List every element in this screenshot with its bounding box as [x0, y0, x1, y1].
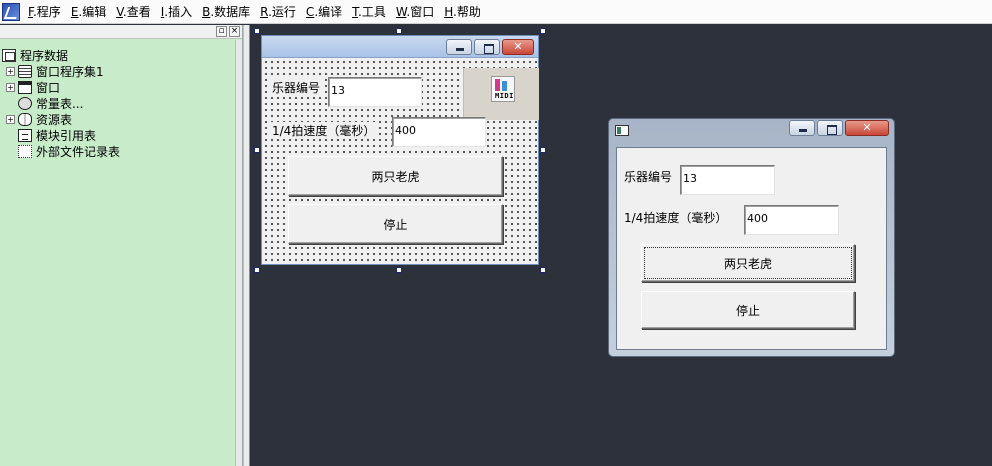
tree-item-root[interactable]: 程序数据	[2, 47, 120, 63]
resize-handle[interactable]	[254, 28, 260, 34]
menu-program[interactable]: F.程序	[23, 0, 66, 24]
menu-label: .编译	[314, 4, 343, 19]
design-form-titlebar[interactable]: ✕	[262, 36, 538, 58]
speed-label: 1/4拍速度（毫秒）	[623, 209, 729, 226]
panel-close-button[interactable]: ×	[229, 26, 240, 37]
expand-icon[interactable]: +	[6, 82, 15, 92]
menu-edit[interactable]: E.编辑	[66, 0, 111, 24]
menu-tools[interactable]: T.工具	[347, 0, 391, 24]
tree-label: 常量表...	[36, 96, 84, 111]
instrument-label: 乐器编号	[623, 168, 674, 185]
constant-icon	[18, 96, 32, 110]
menu-database[interactable]: B.数据库	[197, 0, 255, 24]
tree-item-constants[interactable]: 常量表...	[6, 95, 120, 111]
expand-icon[interactable]: +	[6, 114, 15, 124]
tree-item-window[interactable]: + 窗口	[6, 79, 120, 95]
tree-label: 窗口	[36, 80, 61, 95]
tree-label: 程序数据	[20, 48, 69, 63]
speed-input[interactable]: 400	[392, 117, 486, 147]
menu-label: .程序	[32, 4, 61, 19]
close-icon[interactable]: ✕	[845, 120, 889, 136]
resource-icon	[18, 112, 32, 126]
external-file-icon	[18, 144, 32, 158]
menu-run[interactable]: R.运行	[255, 0, 301, 24]
midi-icon: MIDI	[491, 76, 515, 102]
project-panel: ▫ × 程序数据 + 窗口程序集1 + 窗口 常量表... + 资源表 模块引用…	[0, 25, 243, 466]
tree-label: 模块引用表	[36, 128, 97, 143]
window-app-icon	[615, 125, 629, 136]
panel-header: ▫ ×	[0, 25, 242, 39]
menu-label: .编辑	[78, 4, 107, 19]
tree-item-resources[interactable]: + 资源表	[6, 111, 120, 127]
program-data-icon	[2, 48, 16, 62]
menu-label: .查看	[122, 4, 151, 19]
menu-bar: F.程序 E.编辑 V.查看 I.插入 B.数据库 R.运行 C.编译 T.工具…	[0, 0, 992, 24]
midi-component[interactable]: MIDI	[463, 68, 539, 120]
window-icon	[18, 80, 32, 94]
menu-label: .工具	[358, 4, 386, 19]
panel-scrollbar[interactable]	[235, 40, 242, 466]
menu-label: .插入	[164, 4, 193, 19]
stop-button[interactable]: 停止	[641, 291, 855, 329]
menu-insert[interactable]: I.插入	[156, 0, 197, 24]
minimize-icon[interactable]	[446, 39, 472, 55]
stop-button[interactable]: 停止	[288, 204, 503, 244]
menu-help[interactable]: H.帮助	[439, 0, 486, 24]
runtime-window[interactable]: ✕ 乐器编号 13 1/4拍速度（毫秒） 400 两只老虎 停止	[608, 118, 895, 357]
play-two-tigers-button[interactable]: 两只老虎	[641, 244, 855, 282]
instrument-label: 乐器编号	[271, 79, 322, 96]
expand-icon[interactable]: +	[6, 66, 15, 76]
menu-view[interactable]: V.查看	[111, 0, 156, 24]
design-window-buttons: ✕	[446, 39, 534, 55]
minimize-icon[interactable]	[789, 120, 815, 136]
design-canvas[interactable]: 乐器编号 13 MIDI 1/4拍速度（毫秒） 400 两只老虎 停止	[262, 58, 539, 264]
tree-label: 窗口程序集1	[36, 64, 104, 79]
menu-accelerator: V	[116, 4, 123, 19]
maximize-icon[interactable]	[817, 120, 843, 136]
resize-handle[interactable]	[540, 267, 546, 273]
midi-text: MIDI	[495, 92, 514, 100]
menu-compile[interactable]: C.编译	[301, 0, 347, 24]
play-two-tigers-button[interactable]: 两只老虎	[288, 156, 503, 196]
menu-label: .窗口	[406, 4, 435, 19]
menu-label: .帮助	[453, 4, 481, 19]
menu-accelerator: W	[395, 4, 407, 19]
close-icon[interactable]: ✕	[502, 39, 534, 55]
menu-accelerator: H	[444, 4, 454, 19]
app-logo-icon	[2, 2, 20, 21]
module-icon	[18, 128, 32, 142]
resize-handle[interactable]	[396, 267, 402, 273]
runtime-window-buttons: ✕	[789, 120, 889, 136]
menu-accelerator: R	[260, 4, 269, 19]
tree-label: 资源表	[36, 112, 73, 127]
project-tree: 程序数据 + 窗口程序集1 + 窗口 常量表... + 资源表 模块引用表 外部…	[2, 47, 120, 159]
runtime-client-area: 乐器编号 13 1/4拍速度（毫秒） 400 两只老虎 停止	[616, 147, 887, 350]
tree-item-external-files[interactable]: 外部文件记录表	[6, 143, 120, 159]
maximize-icon[interactable]	[474, 39, 500, 55]
resize-handle[interactable]	[540, 147, 546, 153]
design-form[interactable]: ✕ 乐器编号 13 MIDI 1/4拍速度（毫秒） 400 两只老虎 停止	[261, 35, 539, 265]
instrument-input[interactable]: 13	[328, 77, 422, 107]
resize-handle[interactable]	[254, 267, 260, 273]
speed-input[interactable]: 400	[744, 205, 839, 235]
stack-icon	[18, 64, 32, 78]
panel-splitter[interactable]	[243, 25, 250, 466]
menu-label: .运行	[268, 4, 296, 19]
tree-item-window-assembly[interactable]: + 窗口程序集1	[6, 63, 120, 79]
panel-pin-button[interactable]: ▫	[216, 26, 227, 37]
menu-window[interactable]: W.窗口	[391, 0, 439, 24]
resize-handle[interactable]	[254, 147, 260, 153]
menu-label: .数据库	[210, 4, 251, 19]
tree-label: 外部文件记录表	[36, 144, 121, 159]
runtime-titlebar[interactable]: ✕	[609, 119, 894, 143]
speed-label: 1/4拍速度（毫秒）	[271, 122, 377, 139]
resize-handle[interactable]	[540, 28, 546, 34]
tree-item-module-refs[interactable]: 模块引用表	[6, 127, 120, 143]
instrument-input[interactable]: 13	[680, 165, 775, 195]
resize-handle[interactable]	[396, 28, 402, 34]
